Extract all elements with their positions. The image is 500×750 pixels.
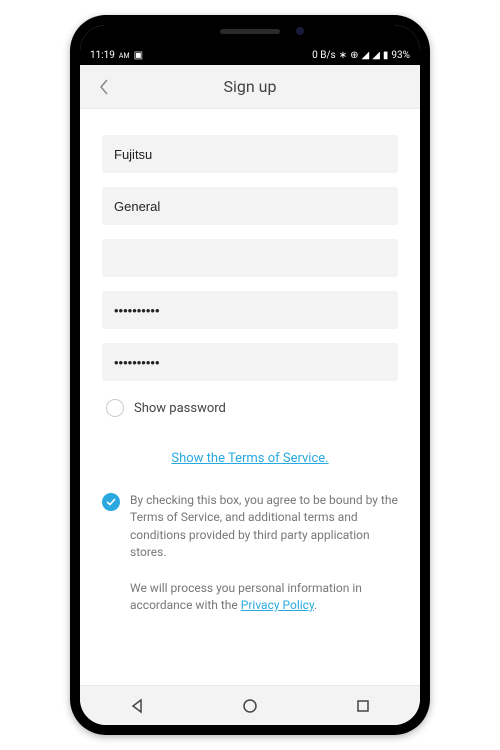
wifi-icon: ◢ — [362, 50, 370, 61]
nav-home-button[interactable] — [225, 691, 275, 721]
show-password-toggle[interactable] — [106, 399, 124, 417]
page-title: Sign up — [80, 77, 420, 96]
show-password-row: Show password — [106, 399, 398, 417]
screen: 11:19 AM ▣ 0 B/s ∗ ⊕ ◢ ◢ ▮ 93% Sign up — [80, 25, 420, 725]
status-speed: 0 B/s — [312, 50, 336, 61]
nav-back-button[interactable] — [112, 691, 162, 721]
agree-row: By checking this box, you agree to be bo… — [102, 492, 398, 562]
phone-speaker — [220, 29, 280, 34]
signal-icon: ◢ — [372, 50, 380, 61]
form-content: Show password Show the Terms of Service.… — [80, 109, 420, 685]
privacy-policy-link[interactable]: Privacy Policy — [241, 598, 314, 612]
vibrate-icon: ⊕ — [350, 50, 358, 61]
bluetooth-icon: ∗ — [339, 50, 347, 61]
phone-frame: 11:19 AM ▣ 0 B/s ∗ ⊕ ◢ ◢ ▮ 93% Sign up — [70, 15, 430, 735]
app-bar: Sign up — [80, 65, 420, 109]
status-battery: 93% — [391, 50, 410, 61]
confirm-password-field[interactable] — [102, 343, 398, 381]
show-password-label: Show password — [134, 401, 226, 416]
android-nav-bar — [80, 685, 420, 725]
status-ampm: AM — [119, 52, 130, 60]
password-field[interactable] — [102, 291, 398, 329]
nav-recent-button[interactable] — [338, 691, 388, 721]
email-field[interactable] — [102, 239, 398, 277]
privacy-suffix: . — [314, 598, 317, 612]
agree-text: By checking this box, you agree to be bo… — [130, 492, 398, 562]
privacy-text: We will process you personal information… — [102, 580, 398, 615]
last-name-field[interactable] — [102, 187, 398, 225]
first-name-field[interactable] — [102, 135, 398, 173]
back-button[interactable] — [90, 73, 118, 101]
image-icon: ▣ — [134, 50, 143, 61]
status-time: 11:19 — [90, 50, 115, 61]
agree-checkbox[interactable] — [102, 493, 120, 511]
phone-camera — [296, 27, 304, 35]
tos-link[interactable]: Show the Terms of Service. — [171, 451, 328, 466]
battery-icon: ▮ — [383, 50, 389, 61]
